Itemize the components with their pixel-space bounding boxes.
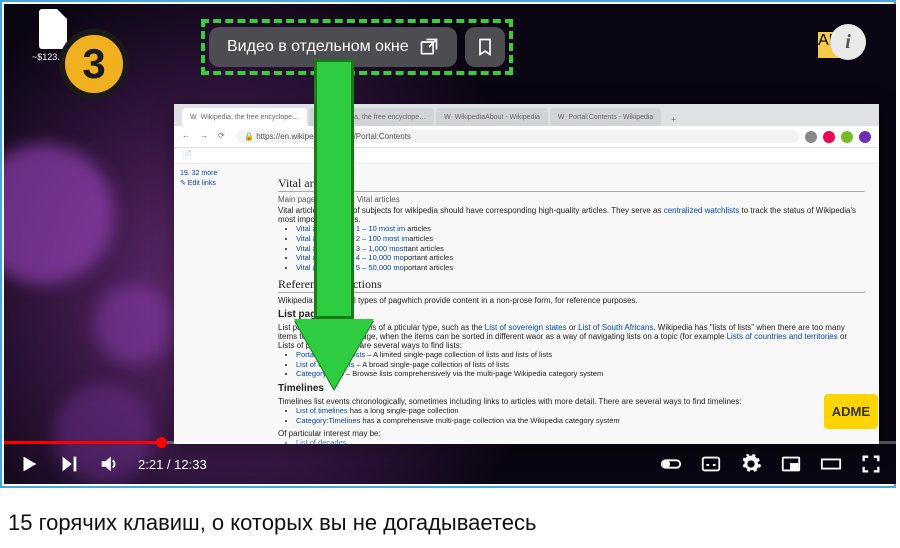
autoplay-toggle[interactable] bbox=[660, 453, 682, 475]
volume-button[interactable] bbox=[98, 453, 120, 475]
back-icon[interactable]: ← bbox=[182, 131, 194, 143]
settings-button[interactable] bbox=[740, 453, 762, 475]
browser-tabbar: WWikipedia, the free encyclope… WWikiped… bbox=[174, 104, 879, 126]
video-title[interactable]: 15 горячих клавиш, о которых вы не догад… bbox=[0, 488, 900, 548]
extension-icon[interactable] bbox=[823, 131, 835, 143]
reload-icon[interactable]: ⟳ bbox=[218, 131, 230, 143]
browser-tab[interactable]: WWikipediaAbout - Wikipedia bbox=[436, 108, 548, 126]
subtitles-button[interactable] bbox=[700, 453, 722, 475]
extension-icon[interactable] bbox=[805, 131, 817, 143]
info-icon[interactable]: i bbox=[830, 24, 866, 60]
bookmark-button[interactable] bbox=[465, 27, 505, 67]
bookmark-icon bbox=[475, 37, 495, 57]
video-player[interactable]: ~$123.docx 3 AD i Видео в отдельном окне… bbox=[4, 4, 896, 484]
browser-tab[interactable]: WWikipedia, the free encyclope… bbox=[182, 108, 307, 126]
popout-label: Видео в отдельном окне bbox=[227, 38, 409, 56]
forward-icon[interactable]: → bbox=[200, 131, 212, 143]
bookmark-bar: 📄 bbox=[174, 148, 879, 164]
extension-icon[interactable] bbox=[841, 131, 853, 143]
wiki-sidebar: 19. 32 more ✎ Edit links bbox=[174, 164, 264, 444]
browser-addressbar: ← → ⟳ 🔒 https://en.wikipedia.org/wiki/Po… bbox=[174, 126, 879, 148]
desktop-doc-icon bbox=[39, 9, 67, 49]
annotation-arrow bbox=[314, 59, 374, 389]
external-window-icon bbox=[419, 37, 439, 57]
bokeh-decoration bbox=[94, 284, 174, 364]
theater-button[interactable] bbox=[820, 453, 842, 475]
next-button[interactable] bbox=[58, 453, 80, 475]
extension-icon[interactable] bbox=[859, 131, 871, 143]
browser-tab[interactable]: WPortal:Contents - Wikipedia bbox=[550, 108, 661, 126]
time-display: 2:21 / 12:33 bbox=[138, 457, 207, 472]
player-controls: 2:21 / 12:33 bbox=[4, 444, 896, 484]
number-badge: 3 bbox=[59, 29, 129, 99]
channel-badge[interactable]: ADME bbox=[824, 394, 878, 429]
play-button[interactable] bbox=[18, 453, 40, 475]
miniplayer-button[interactable] bbox=[780, 453, 802, 475]
fullscreen-button[interactable] bbox=[860, 453, 882, 475]
browser-window: WWikipedia, the free encyclope… WWikiped… bbox=[174, 104, 879, 444]
new-tab-button[interactable]: + bbox=[663, 113, 684, 126]
bokeh-decoration bbox=[4, 144, 114, 284]
